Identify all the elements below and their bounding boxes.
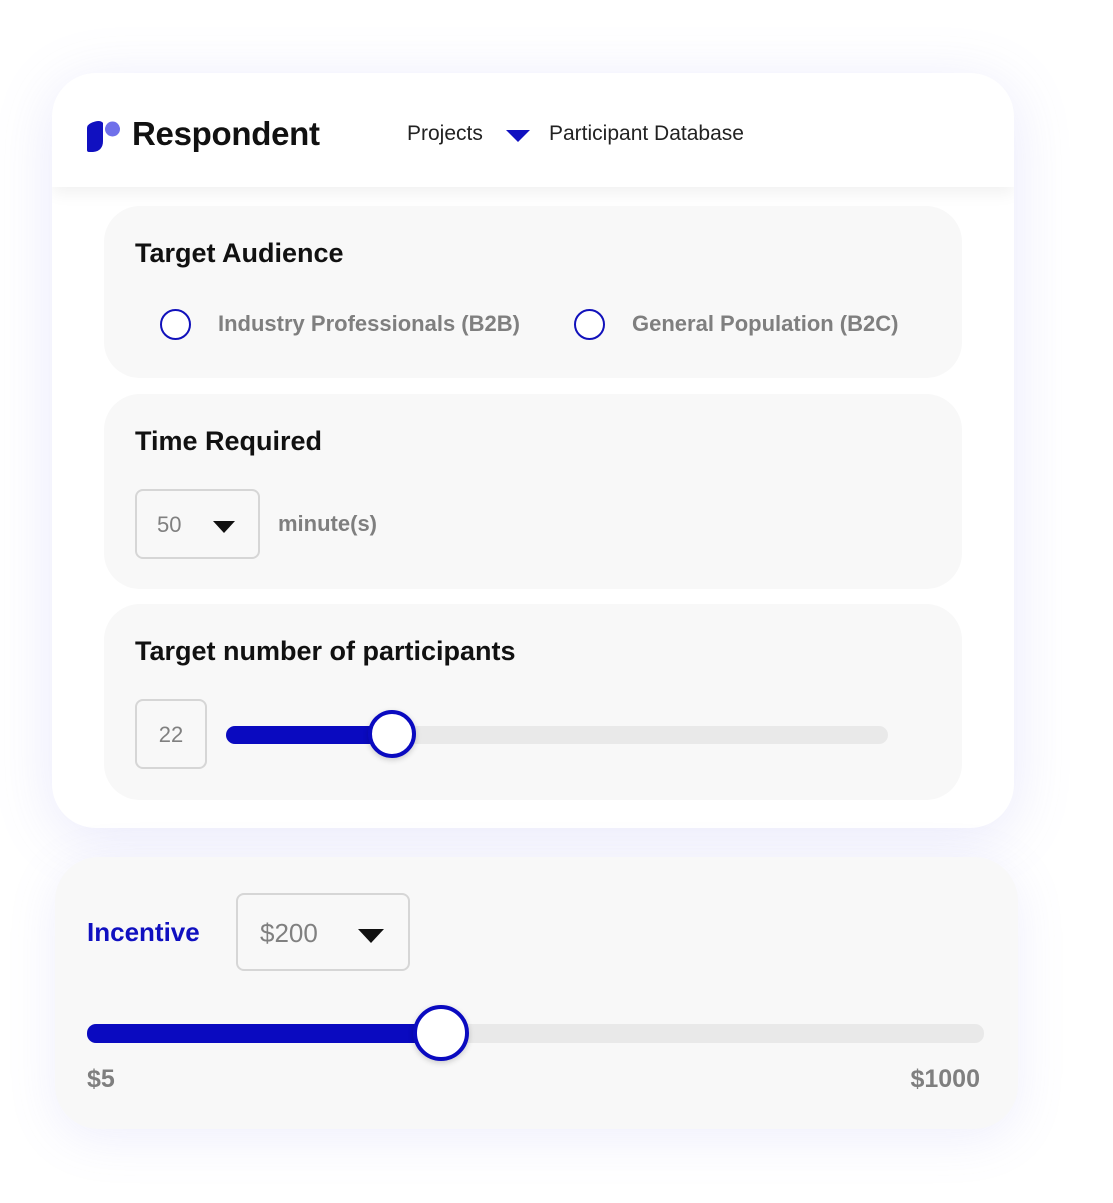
incentive-select[interactable]: $200: [236, 893, 410, 971]
incentive-select-value: $200: [260, 918, 318, 948]
participants-title: Target number of participants: [135, 636, 516, 666]
nav-projects[interactable]: Projects: [407, 122, 483, 146]
chevron-down-icon[interactable]: [505, 128, 531, 144]
caret-down-icon: [213, 521, 235, 533]
incentive-slider-fill: [87, 1024, 442, 1043]
top-navigation-bar: Respondent Projects Participant Database: [52, 73, 1014, 187]
respondent-logo-icon: [87, 121, 120, 152]
radio-b2c[interactable]: [574, 309, 605, 340]
participants-slider-thumb[interactable]: [367, 710, 416, 758]
target-audience-title: Target Audience: [135, 238, 344, 268]
incentive-label: Incentive: [87, 917, 200, 947]
participants-number-value: 22: [158, 722, 184, 747]
time-select[interactable]: 50: [135, 489, 260, 559]
incentive-card: Incentive $200 $5 $1000: [55, 857, 1018, 1129]
radio-b2b[interactable]: [160, 309, 191, 340]
incentive-min-label: $5: [87, 1065, 115, 1093]
incentive-slider-thumb[interactable]: [413, 1005, 470, 1061]
participants-section: Target number of participants 22: [104, 604, 962, 800]
incentive-max-label: $1000: [910, 1065, 980, 1093]
participants-number-input[interactable]: 22: [135, 699, 207, 769]
time-select-value: 50: [157, 512, 182, 537]
caret-down-icon: [358, 929, 384, 943]
participants-slider-track[interactable]: [226, 726, 888, 744]
target-audience-section: Target Audience Industry Professionals (…: [104, 206, 962, 378]
brand-name[interactable]: Respondent: [132, 115, 320, 153]
time-required-section: Time Required 50 minute(s): [104, 394, 962, 589]
radio-b2b-label[interactable]: Industry Professionals (B2B): [218, 311, 520, 337]
time-unit-label: minute(s): [278, 511, 377, 536]
project-settings-card: Respondent Projects Participant Database…: [52, 73, 1014, 828]
nav-participant-database[interactable]: Participant Database: [549, 122, 744, 146]
incentive-slider-track[interactable]: [87, 1024, 984, 1043]
participants-slider-fill: [226, 726, 392, 744]
radio-b2c-label[interactable]: General Population (B2C): [632, 311, 898, 337]
time-required-title: Time Required: [135, 426, 323, 456]
